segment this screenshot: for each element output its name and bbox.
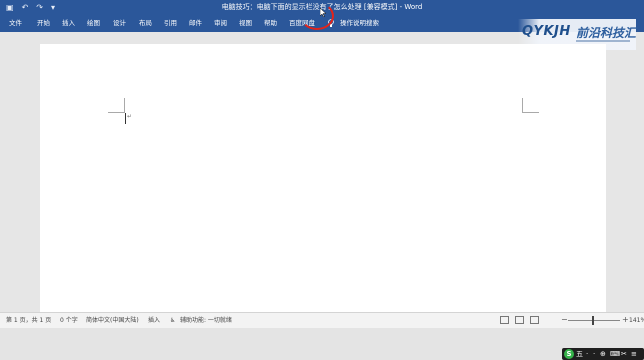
status-insert-mode[interactable]: 插入	[148, 316, 160, 325]
status-word-count[interactable]: 0 个字	[60, 316, 78, 325]
logo-mark: QYKJH	[522, 24, 571, 39]
read-mode-icon[interactable]	[500, 316, 509, 324]
ime-toolbar[interactable]: S 五 · · ⊕ ⌨ ✂ ≡	[562, 348, 644, 360]
status-zoom[interactable]: 141%	[629, 316, 644, 325]
status-accessibility[interactable]: 辅助功能: 一切就绪	[180, 316, 232, 325]
document-page[interactable]	[40, 44, 606, 312]
web-layout-icon[interactable]	[530, 316, 539, 324]
ime-emoji-icon[interactable]: ⊕	[600, 349, 606, 359]
tab-mailings[interactable]: 邮件	[189, 18, 202, 28]
tab-draw[interactable]: 绘图	[87, 18, 100, 28]
ime-keyboard-icon[interactable]: ⌨	[610, 349, 620, 359]
ime-punctuation-icon[interactable]: ·	[586, 349, 588, 359]
tab-file[interactable]: 文件	[9, 18, 22, 28]
text-cursor	[125, 113, 126, 124]
status-bar: 第 1 页，共 1 页 0 个字 简体中文(中国大陆) 插入 ♿ 辅助功能: 一…	[0, 312, 644, 328]
tab-layout[interactable]: 布局	[139, 18, 152, 28]
annotation-circle	[300, 2, 334, 30]
tab-view[interactable]: 视图	[239, 18, 252, 28]
sogou-logo-icon[interactable]: S	[564, 349, 574, 359]
mouse-pointer-icon	[320, 8, 326, 17]
tab-references[interactable]: 引用	[164, 18, 177, 28]
ime-dot-icon[interactable]: ·	[593, 349, 595, 359]
zoom-slider-thumb[interactable]	[592, 316, 594, 325]
margin-mark-top-right	[522, 98, 539, 113]
tab-home[interactable]: 开始	[37, 18, 50, 28]
taskbar	[0, 328, 644, 360]
tab-review[interactable]: 审阅	[214, 18, 227, 28]
logo-name: 前沿科技汇	[576, 26, 637, 40]
tell-me-search[interactable]: 操作说明搜索	[340, 18, 379, 28]
logo-underline	[576, 40, 630, 42]
status-language[interactable]: 简体中文(中国大陆)	[86, 316, 139, 325]
tab-design[interactable]: 设计	[113, 18, 126, 28]
ime-menu-icon[interactable]: ≡	[631, 349, 637, 359]
ime-mode[interactable]: 五	[576, 349, 583, 359]
ime-scissors-icon[interactable]: ✂	[621, 349, 627, 359]
accessibility-icon: ♿	[170, 317, 176, 324]
margin-mark-top-left	[108, 98, 125, 113]
zoom-in-button[interactable]: +	[622, 315, 629, 325]
status-page[interactable]: 第 1 页，共 1 页	[6, 316, 51, 325]
print-layout-icon[interactable]	[515, 316, 524, 324]
paragraph-mark-icon: ↵	[127, 113, 133, 120]
tab-insert[interactable]: 插入	[62, 18, 75, 28]
tab-help[interactable]: 帮助	[264, 18, 277, 28]
zoom-slider[interactable]	[568, 320, 620, 321]
zoom-out-button[interactable]: −	[561, 315, 568, 325]
